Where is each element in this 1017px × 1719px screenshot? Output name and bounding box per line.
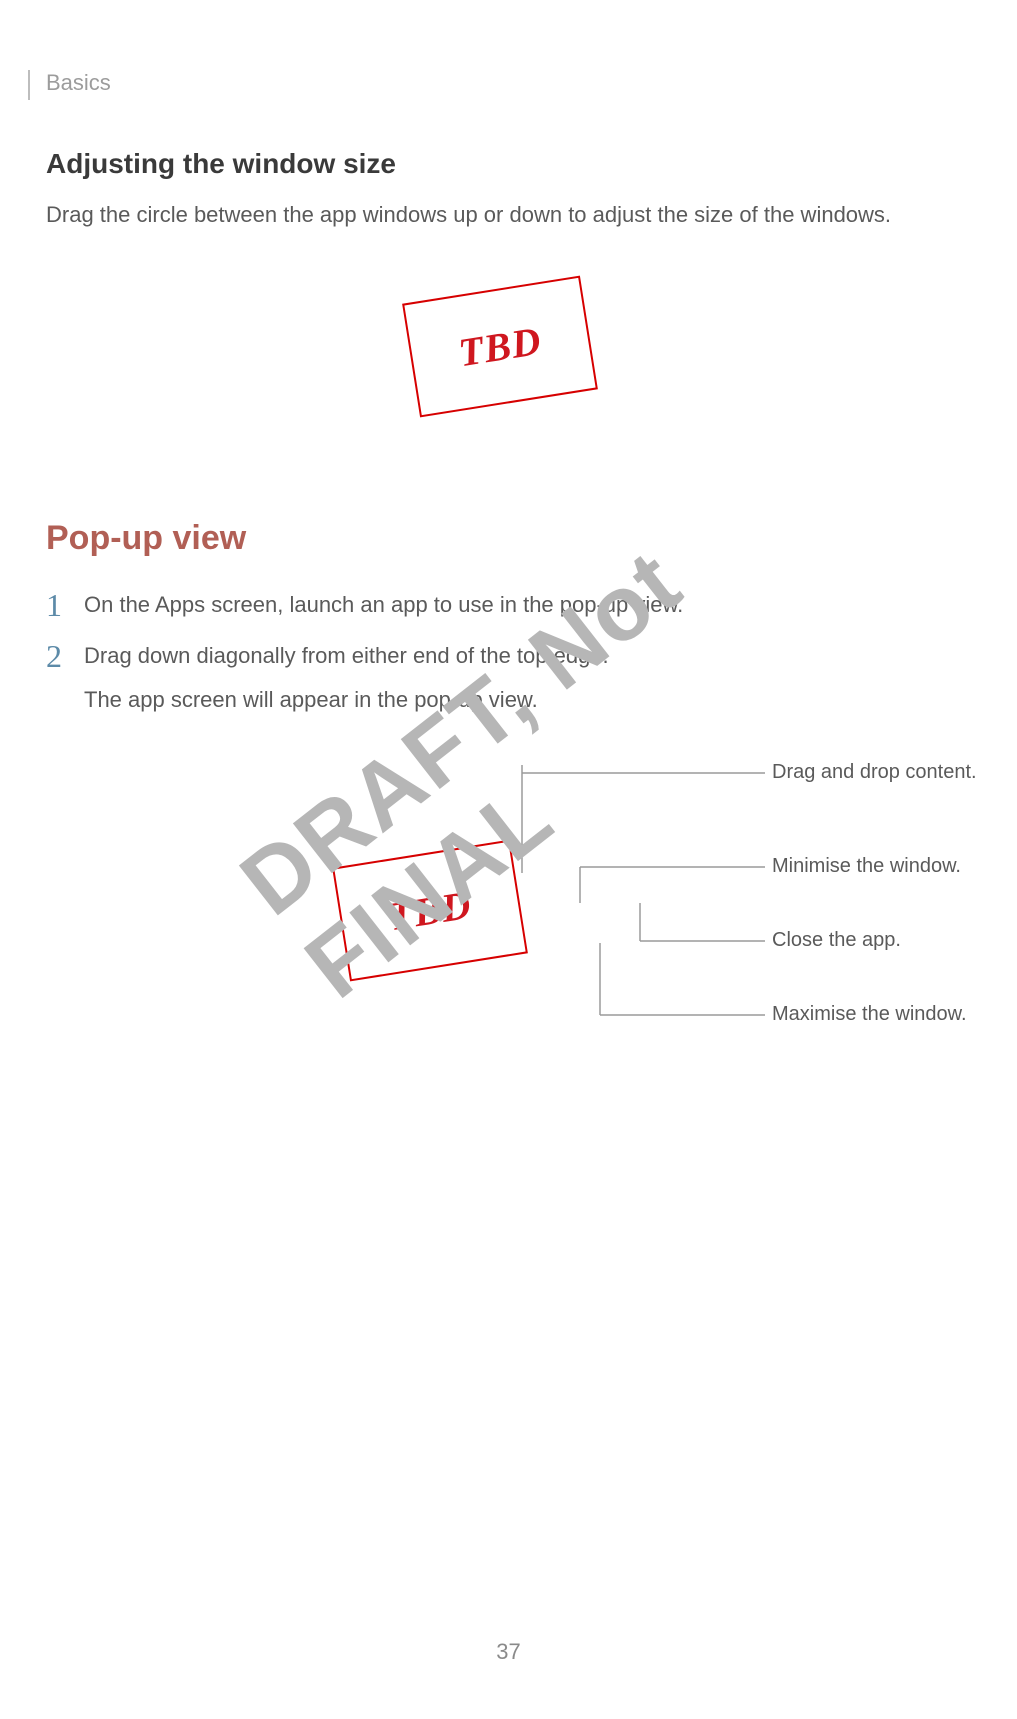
- step-text-1: On the Apps screen, launch an app to use…: [84, 588, 683, 622]
- page-number: 37: [0, 1639, 1017, 1665]
- figure-placeholder-1: TBD: [40, 259, 977, 459]
- step-number-2: 2: [46, 639, 84, 674]
- document-page: Basics Adjusting the window size Drag th…: [0, 0, 1017, 1719]
- section-heading-adjusting: Adjusting the window size: [46, 148, 977, 180]
- step-2: 2 Drag down diagonally from either end o…: [46, 639, 977, 717]
- callout-close: Close the app.: [772, 929, 901, 952]
- step-number-1: 1: [46, 588, 84, 623]
- callout-drag-content: Drag and drop content.: [772, 761, 977, 784]
- chapter-marker-line: [28, 70, 30, 100]
- callout-maximise: Maximise the window.: [772, 1003, 967, 1026]
- step-1: 1 On the Apps screen, launch an app to u…: [46, 588, 977, 623]
- tbd-label-1: TBD: [455, 317, 544, 376]
- callout-leader-lines: [40, 733, 1017, 1113]
- step-subtext-2: The app screen will appear in the pop-up…: [84, 683, 609, 717]
- figure-popup-diagram: TBD Drag and drop content. Minimise the …: [40, 733, 977, 1113]
- section-body-adjusting: Drag the circle between the app windows …: [46, 198, 977, 231]
- chapter-title: Basics: [46, 70, 977, 96]
- callout-minimise: Minimise the window.: [772, 855, 961, 878]
- section-heading-popup: Pop-up view: [46, 519, 977, 558]
- step-text-2: Drag down diagonally from either end of …: [84, 639, 609, 673]
- tbd-box-1: TBD: [402, 276, 598, 418]
- tbd-label-2: TBD: [385, 881, 474, 940]
